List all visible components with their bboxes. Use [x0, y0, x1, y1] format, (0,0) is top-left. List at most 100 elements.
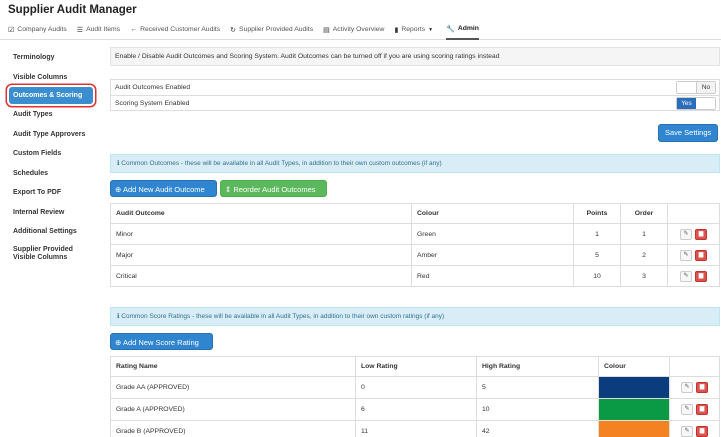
outcomes-enabled-toggle[interactable]: No: [676, 81, 716, 94]
settings-panel: Audit Outcomes Enabled No Scoring System…: [110, 79, 720, 111]
column-header-colour: Colour: [598, 356, 670, 377]
sidebar-item-internal-review[interactable]: Internal Review: [6, 203, 96, 223]
nav-reports-dropdown[interactable]: ▮ Reports ▼: [394, 20, 436, 40]
edit-icon[interactable]: ✎: [680, 228, 692, 240]
outcome-colour: Amber: [411, 244, 574, 266]
trash-icon[interactable]: ▆: [695, 228, 707, 240]
save-settings-button[interactable]: Save Settings: [658, 124, 719, 142]
add-audit-outcome-button[interactable]: ⊕ Add New Audit Outcome: [110, 180, 217, 197]
sidebar-item-audit-type-approvers[interactable]: Audit Type Approvers: [6, 125, 96, 145]
outcomes-enabled-label: Audit Outcomes Enabled: [115, 84, 191, 91]
nav-label: Reports: [401, 26, 426, 33]
edit-icon[interactable]: ✎: [681, 382, 693, 393]
outcome-points: 1: [573, 223, 621, 245]
column-header-actions: [669, 356, 720, 377]
outcome-colour: Green: [411, 223, 574, 245]
sidebar-item-supplier-provided-visible-columns[interactable]: Supplier Provided Visible Columns: [6, 242, 96, 266]
refresh-icon: ↻: [230, 26, 237, 34]
rating-name: Grade A (APPROVED): [110, 398, 356, 421]
rating-high: 10: [476, 398, 599, 421]
add-score-rating-button[interactable]: ⊕ Add New Score Rating: [110, 333, 213, 350]
trash-icon[interactable]: ▆: [696, 382, 708, 393]
check-square-icon: ☑: [8, 26, 15, 34]
wrench-icon: 🔧: [446, 25, 455, 33]
toggle-handle: [696, 98, 715, 109]
sidebar-item-schedules[interactable]: Schedules: [6, 164, 96, 184]
toggle-handle: [677, 82, 696, 93]
sidebar-item-label-line1: Supplier Provided: [13, 245, 73, 253]
sidebar-item-terminology[interactable]: Terminology: [6, 48, 96, 68]
colour-swatch: [599, 421, 669, 437]
outcomes-info: ℹ Common Outcomes - these will be availa…: [110, 154, 720, 173]
outcome-points: 10: [573, 265, 621, 287]
nav-label: Received Customer Audits: [140, 26, 221, 33]
nav-label: Audit Items: [86, 26, 121, 33]
list-icon: ☰: [76, 26, 84, 34]
rating-name: Grade AA (APPROVED): [110, 376, 356, 399]
outcome-points: 5: [573, 244, 621, 266]
trash-icon[interactable]: ▆: [696, 426, 708, 437]
score-ratings-table: Rating Name Low Rating High Rating Colou…: [110, 356, 720, 437]
outcomes-info-text: Common Outcomes - these will be availabl…: [121, 160, 442, 167]
sidebar-item-additional-settings[interactable]: Additional Settings: [6, 222, 96, 242]
edit-icon[interactable]: ✎: [681, 404, 693, 415]
column-header-order: Order: [620, 203, 668, 224]
outcome-order: 2: [620, 244, 668, 266]
top-navbar: ☑ Company Audits ☰ Audit Items ← Receive…: [0, 20, 721, 40]
scoring-enabled-toggle[interactable]: Yes: [676, 97, 716, 110]
nav-label: Company Audits: [17, 26, 67, 33]
setting-row-scoring: Scoring System Enabled Yes: [111, 96, 719, 112]
column-header-actions: [667, 203, 720, 224]
arrow-left-icon: ←: [130, 26, 138, 33]
rating-low: 6: [355, 398, 477, 421]
column-header-colour: Colour: [411, 203, 574, 224]
rating-low: 0: [355, 376, 477, 399]
table-row: Grade A (APPROVED) 6 10 ✎ ▆: [110, 398, 720, 421]
nav-label: Supplier Provided Audits: [239, 26, 314, 33]
sidebar-item-export-to-pdf[interactable]: Export To PDF: [6, 183, 96, 203]
reorder-audit-outcomes-button[interactable]: ⇕ Reorder Audit Outcomes: [220, 180, 327, 197]
trash-icon[interactable]: ▆: [696, 404, 708, 415]
sidebar-item-custom-fields[interactable]: Custom Fields: [6, 144, 96, 164]
table-header-row: Rating Name Low Rating High Rating Colou…: [110, 356, 720, 377]
sidebar-item-outcomes-scoring[interactable]: Outcomes & Scoring: [9, 87, 93, 104]
outcome-name: Major: [110, 244, 412, 266]
table-row: Minor Green 1 1 ✎ ▆: [110, 223, 720, 245]
rating-high: 42: [476, 420, 599, 437]
admin-sidebar: Terminology Visible Columns Outcomes & S…: [6, 48, 96, 266]
column-header-high-rating: High Rating: [476, 356, 599, 377]
sidebar-item-audit-types[interactable]: Audit Types: [6, 105, 96, 125]
info-icon: ℹ: [117, 313, 120, 320]
scores-info-text: Common Score Ratings - these will be ava…: [121, 313, 445, 320]
nav-audit-items[interactable]: ☰ Audit Items: [77, 20, 120, 40]
outcome-order: 3: [620, 265, 668, 287]
toggle-state-label: No: [696, 82, 715, 93]
info-icon: ℹ: [117, 160, 120, 167]
table-row: Grade AA (APPROVED) 0 5 ✎ ▆: [110, 376, 720, 399]
trash-icon[interactable]: ▆: [695, 249, 707, 261]
nav-admin[interactable]: 🔧 Admin: [446, 20, 479, 40]
edit-icon[interactable]: ✎: [680, 249, 692, 261]
nav-company-audits[interactable]: ☑ Company Audits: [8, 20, 67, 40]
nav-label: Admin: [457, 25, 479, 32]
outcome-name: Minor: [110, 223, 412, 245]
nav-received-customer-audits[interactable]: ← Received Customer Audits: [130, 20, 220, 40]
nav-activity-overview[interactable]: ▤ Activity Overview: [323, 20, 384, 40]
scoring-enabled-label: Scoring System Enabled: [115, 100, 190, 107]
edit-icon[interactable]: ✎: [681, 426, 693, 437]
nav-label: Activity Overview: [332, 26, 385, 33]
plus-circle-icon: ⊕: [115, 338, 122, 347]
rating-high: 5: [476, 376, 599, 399]
audit-outcomes-table: Audit Outcome Colour Points Order Minor …: [110, 203, 720, 287]
sidebar-item-visible-columns[interactable]: Visible Columns: [6, 68, 96, 88]
button-label: Add New Score Rating: [122, 338, 199, 347]
rating-name: Grade B (APPROVED): [110, 420, 356, 437]
button-label: Add New Audit Outcome: [122, 185, 205, 194]
nav-supplier-provided-audits[interactable]: ↻ Supplier Provided Audits: [230, 20, 313, 40]
table-row: Grade B (APPROVED) 11 42 ✎ ▆: [110, 420, 720, 437]
edit-icon[interactable]: ✎: [680, 270, 692, 282]
setting-row-outcomes: Audit Outcomes Enabled No: [111, 80, 719, 96]
column-header-points: Points: [573, 203, 621, 224]
trash-icon[interactable]: ▆: [695, 270, 707, 282]
column-header-low-rating: Low Rating: [355, 356, 477, 377]
